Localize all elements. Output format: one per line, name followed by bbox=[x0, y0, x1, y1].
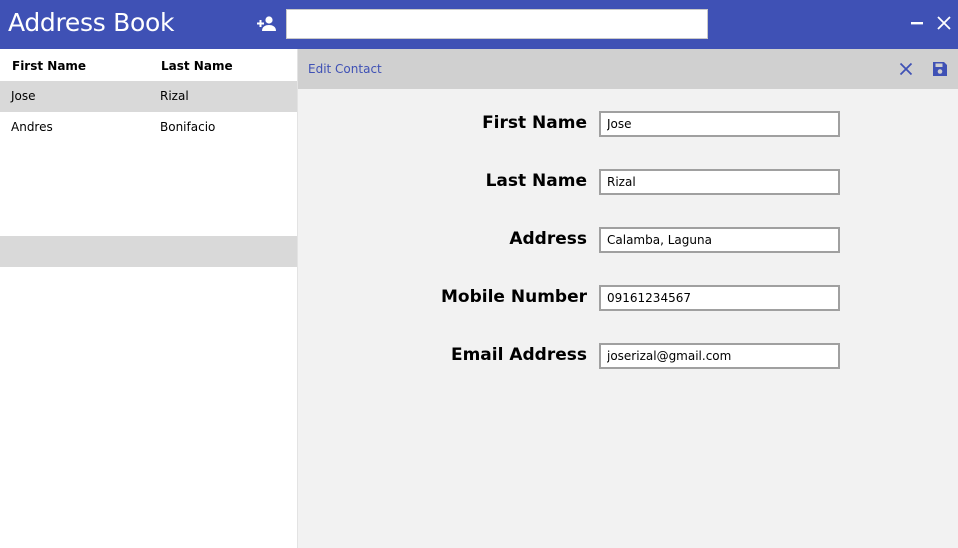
edit-contact-title: Edit Contact bbox=[308, 62, 382, 76]
first-name-label: First Name bbox=[482, 113, 587, 133]
cancel-icon bbox=[899, 62, 913, 76]
column-header-last-name[interactable]: Last Name bbox=[161, 59, 233, 73]
address-field[interactable] bbox=[599, 227, 840, 253]
cancel-edit-button[interactable] bbox=[897, 60, 915, 78]
mobile-number-label: Mobile Number bbox=[441, 287, 587, 307]
mobile-number-field[interactable] bbox=[599, 285, 840, 311]
edit-contact-panel: Edit Contact First Name Last Name Addres… bbox=[298, 49, 958, 548]
contact-last-name: Rizal bbox=[160, 89, 189, 103]
first-name-field[interactable] bbox=[599, 111, 840, 137]
last-name-label: Last Name bbox=[485, 171, 587, 191]
title-bar: Address Book bbox=[0, 0, 958, 49]
contact-row[interactable]: Andres Bonifacio bbox=[0, 112, 297, 143]
app-title: Address Book bbox=[8, 8, 175, 37]
close-icon bbox=[937, 16, 951, 30]
add-user-button[interactable] bbox=[256, 14, 278, 34]
contact-first-name: Jose bbox=[11, 89, 36, 103]
contact-first-name: Andres bbox=[11, 120, 53, 134]
search-input[interactable] bbox=[286, 9, 708, 39]
address-label: Address bbox=[509, 229, 587, 249]
close-window-button[interactable] bbox=[934, 13, 954, 33]
save-icon bbox=[933, 62, 947, 76]
contact-list-header: First Name Last Name bbox=[0, 49, 297, 81]
minimize-button[interactable] bbox=[907, 13, 927, 33]
column-header-first-name[interactable]: First Name bbox=[12, 59, 86, 73]
add-user-icon bbox=[257, 16, 276, 31]
contact-row[interactable]: Jose Rizal bbox=[0, 81, 297, 112]
contact-list: First Name Last Name Jose Rizal Andres B… bbox=[0, 49, 297, 548]
contact-last-name: Bonifacio bbox=[160, 120, 216, 134]
email-address-field[interactable] bbox=[599, 343, 840, 369]
last-name-field[interactable] bbox=[599, 169, 840, 195]
email-address-label: Email Address bbox=[450, 345, 587, 365]
save-contact-button[interactable] bbox=[931, 60, 949, 78]
minimize-icon bbox=[911, 22, 923, 25]
empty-new-row[interactable] bbox=[0, 236, 297, 267]
edit-contact-header: Edit Contact bbox=[298, 49, 958, 89]
